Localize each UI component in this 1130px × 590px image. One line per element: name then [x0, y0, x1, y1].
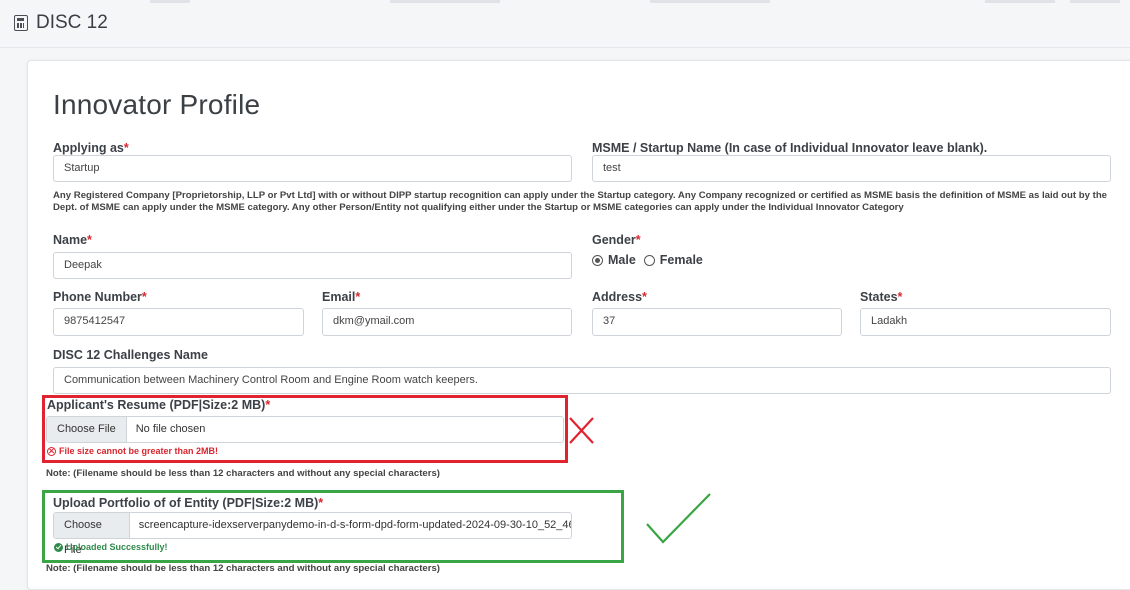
name-label: Name* — [53, 233, 92, 247]
radio-selected-icon[interactable] — [592, 254, 603, 266]
page-title-text: DISC 12 — [36, 12, 108, 33]
gender-radio-group: Male Female — [592, 253, 711, 267]
resume-filename: No file chosen — [135, 423, 206, 435]
calculator-icon — [14, 15, 28, 31]
portfolio-filename-note: Note: (Filename should be less than 12 c… — [46, 563, 440, 574]
challenge-input[interactable]: Communication between Machinery Control … — [53, 367, 1111, 394]
portfolio-choose-file-button[interactable]: Choose File — [54, 513, 130, 556]
name-input[interactable]: Deepak — [53, 252, 572, 279]
gender-label: Gender* — [592, 233, 641, 247]
error-circle-icon — [47, 446, 56, 456]
top-stripe — [390, 0, 500, 3]
portfolio-success: Uploaded Successfully! — [54, 542, 168, 552]
msme-name-input[interactable]: test — [592, 155, 1111, 182]
phone-label: Phone Number* — [53, 290, 147, 304]
challenge-label: DISC 12 Challenges Name — [53, 348, 208, 362]
address-input[interactable]: 37 — [592, 308, 842, 336]
portfolio-file-input[interactable]: Choose File screencapture-idexserverpany… — [53, 512, 572, 556]
phone-input[interactable]: 9875412547 — [53, 308, 304, 336]
address-label: Address* — [592, 290, 647, 304]
cross-mark-icon — [569, 417, 594, 444]
resume-filename-note: Note: (Filename should be less than 12 c… — [46, 468, 440, 479]
states-label: States* — [860, 290, 903, 304]
resume-choose-file-button[interactable]: Choose File — [47, 417, 127, 442]
check-circle-icon — [54, 542, 63, 552]
top-stripe — [650, 0, 770, 3]
page-title: DISC 12 — [14, 12, 108, 34]
top-stripe — [150, 0, 190, 3]
portfolio-label: Upload Portfolio of of Entity (PDF|Size:… — [53, 496, 324, 510]
check-mark-icon — [646, 493, 711, 544]
top-stripe — [985, 0, 1055, 3]
radio-empty-icon[interactable] — [643, 254, 655, 266]
resume-label: Applicant's Resume (PDF|Size:2 MB)* — [47, 398, 271, 412]
states-select[interactable]: Ladakh — [860, 308, 1111, 336]
portfolio-filename: screencapture-idexserverpanydemo-in-d-s-… — [138, 519, 571, 531]
email-input[interactable]: dkm@ymail.com — [322, 308, 572, 336]
category-note: Any Registered Company [Proprietorship, … — [53, 190, 1108, 213]
gender-option-female[interactable]: Female — [643, 253, 703, 267]
form-title: Innovator Profile — [53, 89, 261, 120]
email-label: Email* — [322, 290, 361, 304]
top-stripe — [1070, 0, 1120, 3]
resume-error: File size cannot be greater than 2MB! — [47, 446, 218, 456]
applying-as-select[interactable]: Startup — [53, 155, 572, 182]
applying-as-label: Applying as* — [53, 141, 129, 155]
resume-file-input[interactable]: Choose File No file chosen — [46, 416, 564, 443]
gender-option-male[interactable]: Male — [592, 253, 636, 267]
top-bar: DISC 12 — [0, 0, 1130, 48]
msme-name-label: MSME / Startup Name (In case of Individu… — [592, 141, 988, 155]
